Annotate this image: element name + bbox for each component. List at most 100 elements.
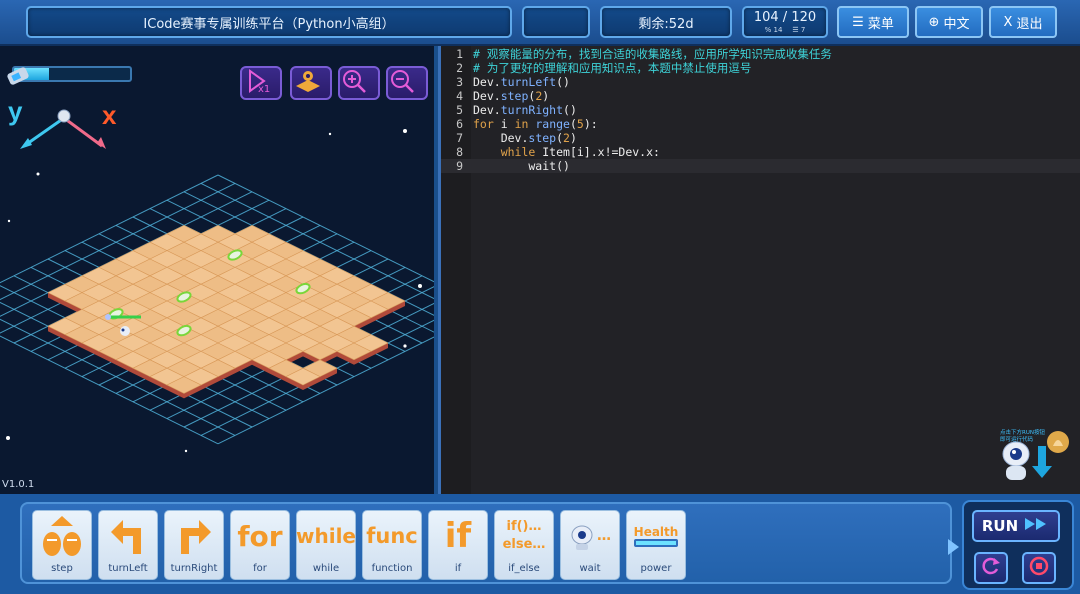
health-icon: Health xyxy=(627,511,685,561)
block-label: function xyxy=(371,563,413,574)
if-else-icon: if()…else… xyxy=(495,511,553,561)
block-label: if_else xyxy=(508,563,540,574)
refresh-icon xyxy=(981,556,1001,580)
line-number: 6 xyxy=(456,117,463,131)
code-text: Dev.step(2) xyxy=(473,131,577,145)
zoom-out-button[interactable] xyxy=(386,66,428,100)
score-sub: % 14 ☰ 7 xyxy=(764,25,806,34)
score-sub-a: 14 xyxy=(773,25,783,34)
bottom-toolbar: step turnLeft turnRight for for while wh… xyxy=(0,494,1080,594)
run-label: RUN xyxy=(981,517,1019,535)
code-text: # 为了更好的理解和应用知识点，本题中禁止使用逗号 xyxy=(473,61,752,75)
block-if[interactable]: if if xyxy=(428,510,488,580)
axis-y-label: y xyxy=(8,96,23,126)
turn-right-icon xyxy=(165,511,223,561)
stop-button[interactable] xyxy=(1022,552,1056,584)
language-button[interactable]: ⊕ 中文 xyxy=(915,6,983,38)
energy-meter xyxy=(6,66,132,85)
zoom-in-button[interactable] xyxy=(338,66,380,100)
blank-panel xyxy=(522,6,590,38)
line-number: 5 xyxy=(456,103,463,117)
palette-scroll-right-icon[interactable] xyxy=(946,538,960,560)
block-label: step xyxy=(51,563,73,574)
map-view-button[interactable] xyxy=(290,66,332,100)
code-lines[interactable]: 1 # 观察能量的分布，找到合适的收集路线，应用所学知识完成收集任务 2 # 为了更… xyxy=(441,46,1080,173)
score-panel: 104 / 120 % 14 ☰ 7 xyxy=(742,6,828,38)
code-editor[interactable]: 1 # 观察能量的分布，找到合适的收集路线，应用所学知识完成收集任务 2 # 为了更… xyxy=(438,46,1080,494)
stop-icon xyxy=(1029,556,1049,580)
block-palette: step turnLeft turnRight for for while wh… xyxy=(20,502,952,584)
wait-word: … xyxy=(597,528,611,544)
block-label: for xyxy=(253,563,267,574)
platform-title: ICode赛事专属训练平台（Python小高组） xyxy=(26,6,512,38)
for-word: for xyxy=(237,519,283,553)
top-bar: ICode赛事专属训练平台（Python小高组） 剩余:52d 104 / 12… xyxy=(0,0,1080,46)
menu-label: 菜单 xyxy=(867,16,894,32)
code-text: Dev.turnRight() xyxy=(473,103,577,117)
block-label: while xyxy=(312,563,340,574)
fast-forward-icon xyxy=(1024,517,1050,535)
menu-button[interactable]: ☰ 菜单 xyxy=(837,6,909,38)
time-remaining-text: 剩余:52d xyxy=(638,16,694,32)
code-line[interactable]: 8 while Item[i].x!=Dev.x: xyxy=(441,145,1080,159)
code-line[interactable]: 7 Dev.step(2) xyxy=(441,131,1080,145)
assistant-robot-icon[interactable] xyxy=(998,424,1070,488)
block-power[interactable]: Health power xyxy=(626,510,686,580)
if-icon: if xyxy=(429,511,487,561)
language-label: 中文 xyxy=(943,16,970,32)
score-text: 104 / 120 xyxy=(753,9,817,25)
list-icon: ☰ xyxy=(792,25,799,34)
block-turnleft[interactable]: turnLeft xyxy=(98,510,158,580)
code-line[interactable]: 4 Dev.step(2) xyxy=(441,89,1080,103)
axis-x-label: x xyxy=(102,100,117,130)
block-for[interactable]: for for xyxy=(230,510,290,580)
block-wait[interactable]: … wait xyxy=(560,510,620,580)
code-line[interactable]: 2 # 为了更好的理解和应用知识点，本题中禁止使用逗号 xyxy=(441,61,1080,75)
speed-button[interactable]: x1 xyxy=(240,66,282,100)
if-word: if xyxy=(444,516,472,556)
step-icon xyxy=(33,511,91,561)
game-view[interactable]: y x x1 V1.0.1 xyxy=(0,46,434,494)
if-else-word: if()…else… xyxy=(502,519,546,552)
block-label: power xyxy=(640,563,672,574)
time-remaining: 剩余:52d xyxy=(600,6,732,38)
block-label: wait xyxy=(579,563,601,574)
game-scene xyxy=(0,109,434,453)
svg-text:x1: x1 xyxy=(258,84,270,94)
code-line[interactable]: 6 for i in range(5): xyxy=(441,117,1080,131)
block-label: turnRight xyxy=(170,563,218,574)
block-if-else[interactable]: if()…else… if_else xyxy=(494,510,554,580)
code-line[interactable]: 5 Dev.turnRight() xyxy=(441,103,1080,117)
code-line[interactable]: 3 Dev.turnLeft() xyxy=(441,75,1080,89)
reset-button[interactable] xyxy=(974,552,1008,584)
health-word: Health xyxy=(633,525,679,539)
globe-icon: ⊕ xyxy=(928,14,940,30)
block-function[interactable]: func function xyxy=(362,510,422,580)
axis-gizmo xyxy=(20,109,106,149)
code-text: Dev.step(2) xyxy=(473,89,550,103)
while-word: while xyxy=(296,524,356,548)
block-step[interactable]: step xyxy=(32,510,92,580)
line-number: 2 xyxy=(456,61,463,75)
menu-icon: ☰ xyxy=(852,14,864,30)
line-number: 3 xyxy=(456,75,463,89)
while-icon: while xyxy=(296,511,356,561)
run-button[interactable]: RUN xyxy=(972,510,1060,542)
code-text: for i in range(5): xyxy=(473,117,598,131)
turn-left-icon xyxy=(99,511,157,561)
line-number: 7 xyxy=(456,131,463,145)
line-number: 4 xyxy=(456,89,463,103)
block-turnright[interactable]: turnRight xyxy=(164,510,224,580)
code-line-active[interactable]: 9 wait() xyxy=(441,159,1080,173)
exit-button[interactable]: X 退出 xyxy=(989,6,1057,38)
score-sub-a-wrap: % 14 xyxy=(764,25,783,34)
exit-icon: X xyxy=(1003,14,1013,30)
block-while[interactable]: while while xyxy=(296,510,356,580)
func-icon: func xyxy=(363,511,421,561)
code-line[interactable]: 1 # 观察能量的分布，找到合适的收集路线，应用所学知识完成收集任务 xyxy=(441,47,1080,61)
run-panel: RUN xyxy=(962,500,1074,590)
exit-label: 退出 xyxy=(1016,16,1043,32)
code-icon: % xyxy=(764,25,772,34)
block-label: if xyxy=(454,563,462,574)
wait-icon: … xyxy=(561,511,619,561)
